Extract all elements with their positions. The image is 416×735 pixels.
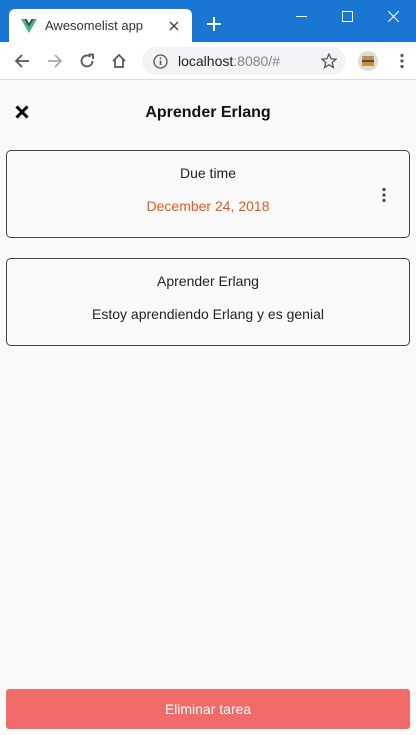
minimize-icon[interactable]	[278, 3, 324, 29]
home-icon[interactable]	[107, 49, 131, 73]
delete-task-button[interactable]: Eliminar tarea	[6, 689, 410, 729]
url-host: localhost	[178, 53, 234, 69]
url-path: :8080/#	[233, 53, 280, 69]
due-time-card: Due time December 24, 2018	[6, 150, 410, 238]
extension-icon[interactable]	[358, 51, 378, 71]
url-text[interactable]: localhost:8080/#	[178, 53, 320, 69]
star-icon[interactable]	[320, 52, 338, 70]
browser-titlebar: Awesomelist app	[0, 0, 416, 42]
info-icon[interactable]	[152, 53, 168, 69]
back-icon[interactable]	[10, 49, 34, 73]
tab-title: Awesomelist app	[45, 18, 144, 33]
task-description: Estoy aprendiendo Erlang y es genial	[92, 306, 324, 322]
maximize-icon[interactable]	[324, 3, 370, 29]
forward-icon[interactable]	[43, 49, 67, 73]
tab-close-icon[interactable]	[164, 16, 184, 36]
browser-toolbar: localhost:8080/#	[0, 42, 416, 80]
app-header: Aprender Erlang	[0, 81, 416, 143]
window-close-icon[interactable]	[370, 3, 416, 29]
address-bar[interactable]: localhost:8080/#	[142, 47, 346, 75]
browser-tab[interactable]: Awesomelist app	[9, 9, 192, 42]
vue-logo-icon	[21, 18, 37, 34]
task-title: Aprender Erlang	[157, 273, 259, 289]
task-card: Aprender Erlang Estoy aprendiendo Erlang…	[6, 258, 410, 346]
reload-icon[interactable]	[75, 49, 99, 73]
due-time-label: Due time	[179, 165, 237, 181]
more-vert-icon[interactable]	[379, 185, 389, 205]
due-date-value: December 24, 2018	[146, 198, 270, 214]
page-title: Aprender Erlang	[145, 104, 271, 121]
new-tab-icon[interactable]	[203, 13, 225, 35]
browser-menu-icon[interactable]	[390, 49, 414, 73]
